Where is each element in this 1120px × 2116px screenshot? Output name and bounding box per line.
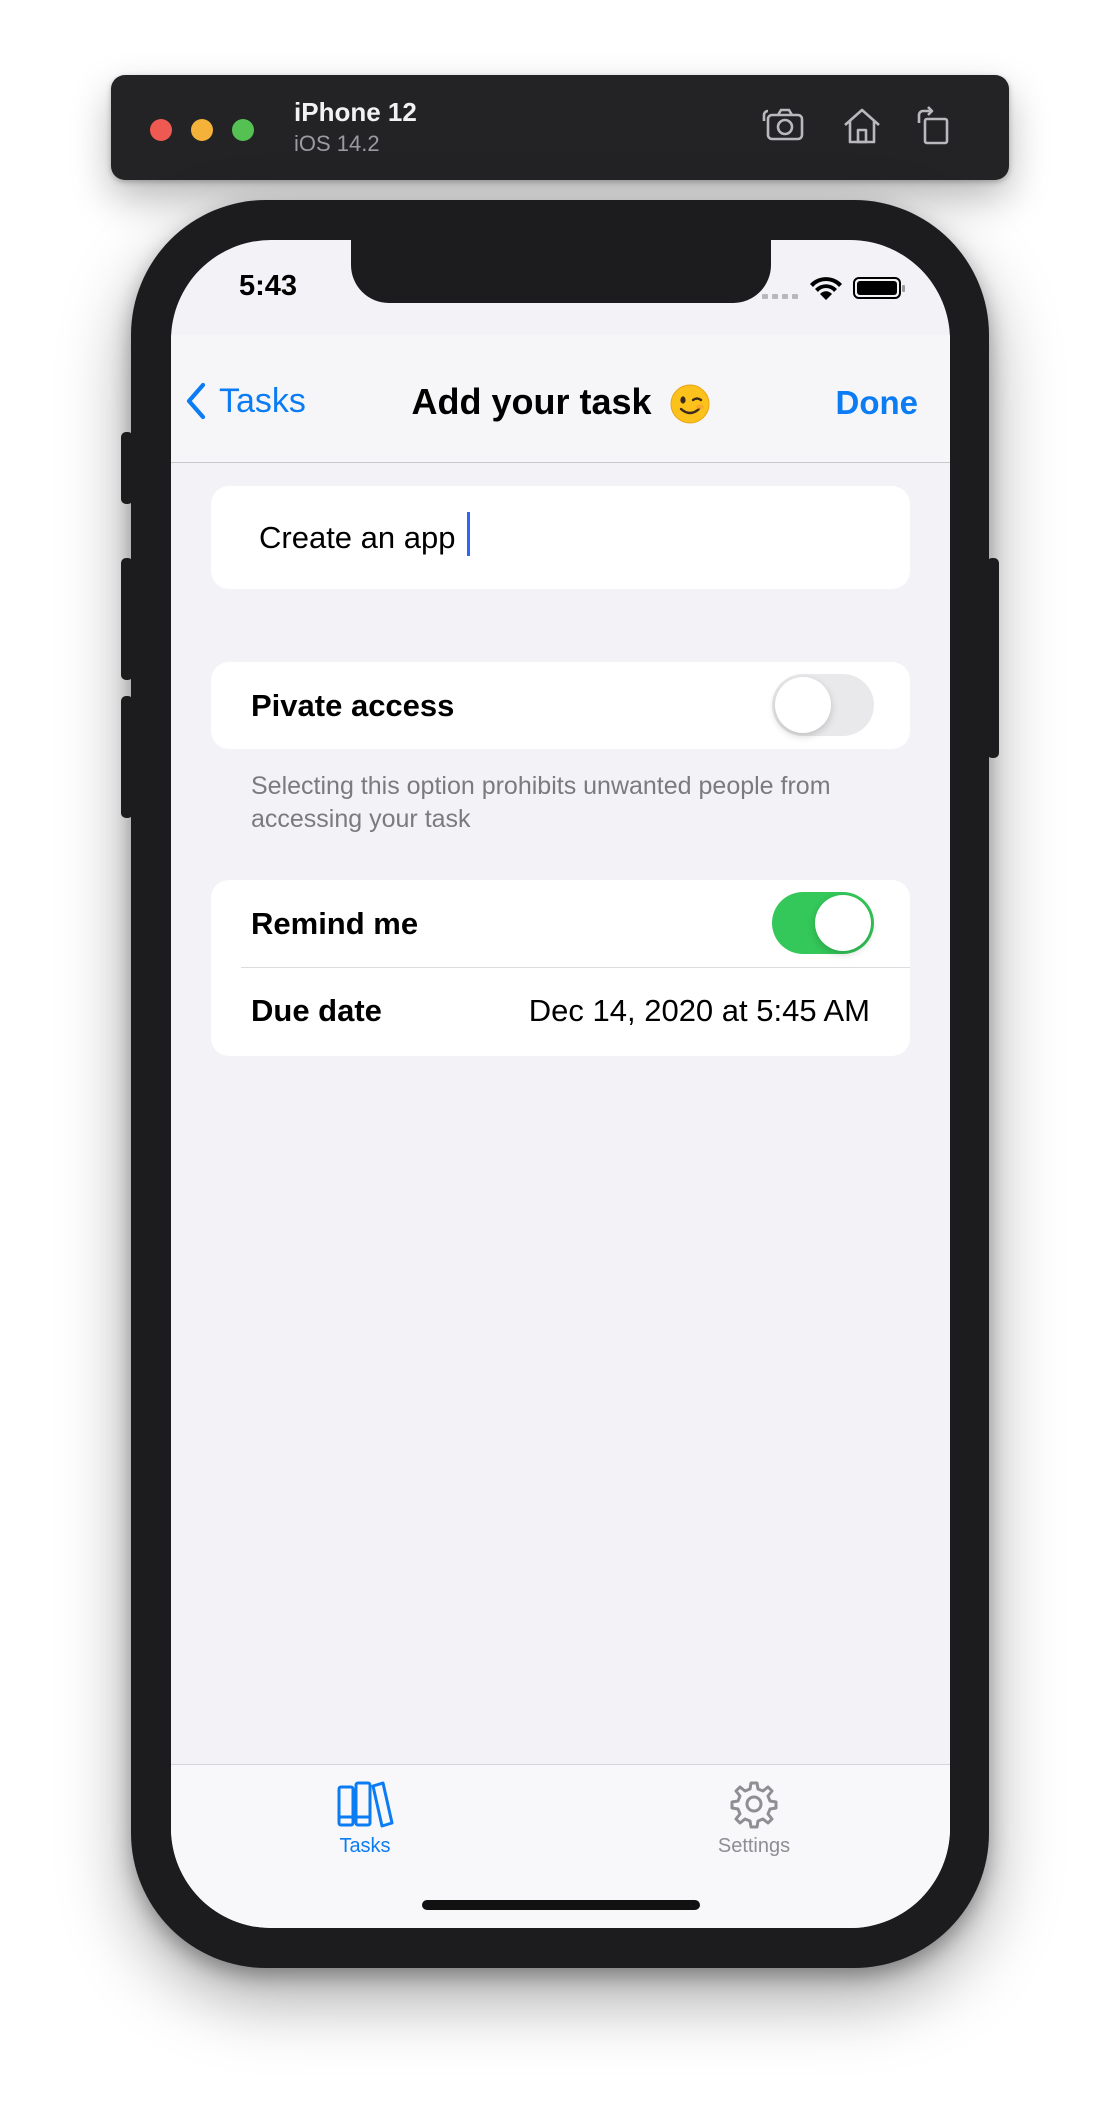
- chevron-left-icon: [186, 382, 206, 420]
- tab-settings[interactable]: Settings: [674, 1779, 834, 1858]
- simulator-device-name: iPhone 12: [294, 97, 417, 127]
- mute-switch: [121, 432, 133, 504]
- due-date-value[interactable]: Dec 14, 2020 at 5:45 AM: [529, 993, 870, 1029]
- private-access-toggle[interactable]: [772, 674, 874, 736]
- home-icon[interactable]: [839, 103, 885, 149]
- task-name-input[interactable]: [259, 516, 859, 560]
- screenshot-icon[interactable]: [762, 103, 808, 149]
- private-access-footer: Selecting this option prohibits unwanted…: [251, 772, 831, 833]
- task-name-card: [211, 486, 910, 589]
- status-icons: [762, 277, 905, 300]
- winking-face-emoji-icon: [670, 384, 710, 424]
- simulator-title-bar: iPhone 12 iOS 14.2: [111, 75, 1009, 180]
- row-separator: [241, 967, 910, 968]
- tab-settings-label: Settings: [717, 1835, 791, 1857]
- done-button[interactable]: Done: [836, 384, 919, 422]
- notch: [351, 240, 771, 303]
- private-access-label: Pivate access: [251, 688, 455, 723]
- remind-me-toggle[interactable]: [772, 892, 874, 954]
- navigation-bar: Tasks Add your task Done: [171, 335, 950, 463]
- rotate-icon[interactable]: [911, 103, 957, 149]
- simulator-os-version: iOS 14.2: [294, 131, 380, 156]
- remind-me-label: Remind me: [251, 906, 419, 941]
- power-button: [987, 558, 999, 758]
- battery-icon: [853, 277, 905, 299]
- due-date-label: Due date: [251, 993, 382, 1028]
- gear-icon: [730, 1781, 778, 1829]
- toggle-knob: [815, 895, 871, 951]
- phone-screen: 5:43 Tasks Add your task Done Create an …: [171, 240, 950, 1928]
- close-window-button[interactable]: [150, 119, 172, 141]
- volume-down-button: [121, 696, 133, 818]
- status-time: 5:43: [239, 270, 298, 302]
- volume-up-button: [121, 558, 133, 680]
- toggle-knob: [775, 677, 831, 733]
- books-icon: [337, 1781, 394, 1828]
- wifi-icon: [810, 277, 842, 300]
- back-button[interactable]: Tasks: [183, 379, 306, 423]
- page-title-text: Add your task: [411, 381, 652, 422]
- cellular-signal-icon: [762, 294, 798, 299]
- tab-tasks[interactable]: Tasks: [285, 1779, 445, 1858]
- minimize-window-button[interactable]: [191, 119, 213, 141]
- text-cursor: [467, 512, 470, 556]
- tab-tasks-label: Tasks: [339, 1835, 391, 1857]
- back-button-label: Tasks: [219, 381, 306, 420]
- reminder-card: Remind me Due date Dec 14, 2020 at 5:45 …: [211, 880, 910, 1056]
- zoom-window-button[interactable]: [232, 119, 254, 141]
- private-access-card: Pivate access: [211, 662, 910, 749]
- home-indicator[interactable]: [422, 1900, 700, 1910]
